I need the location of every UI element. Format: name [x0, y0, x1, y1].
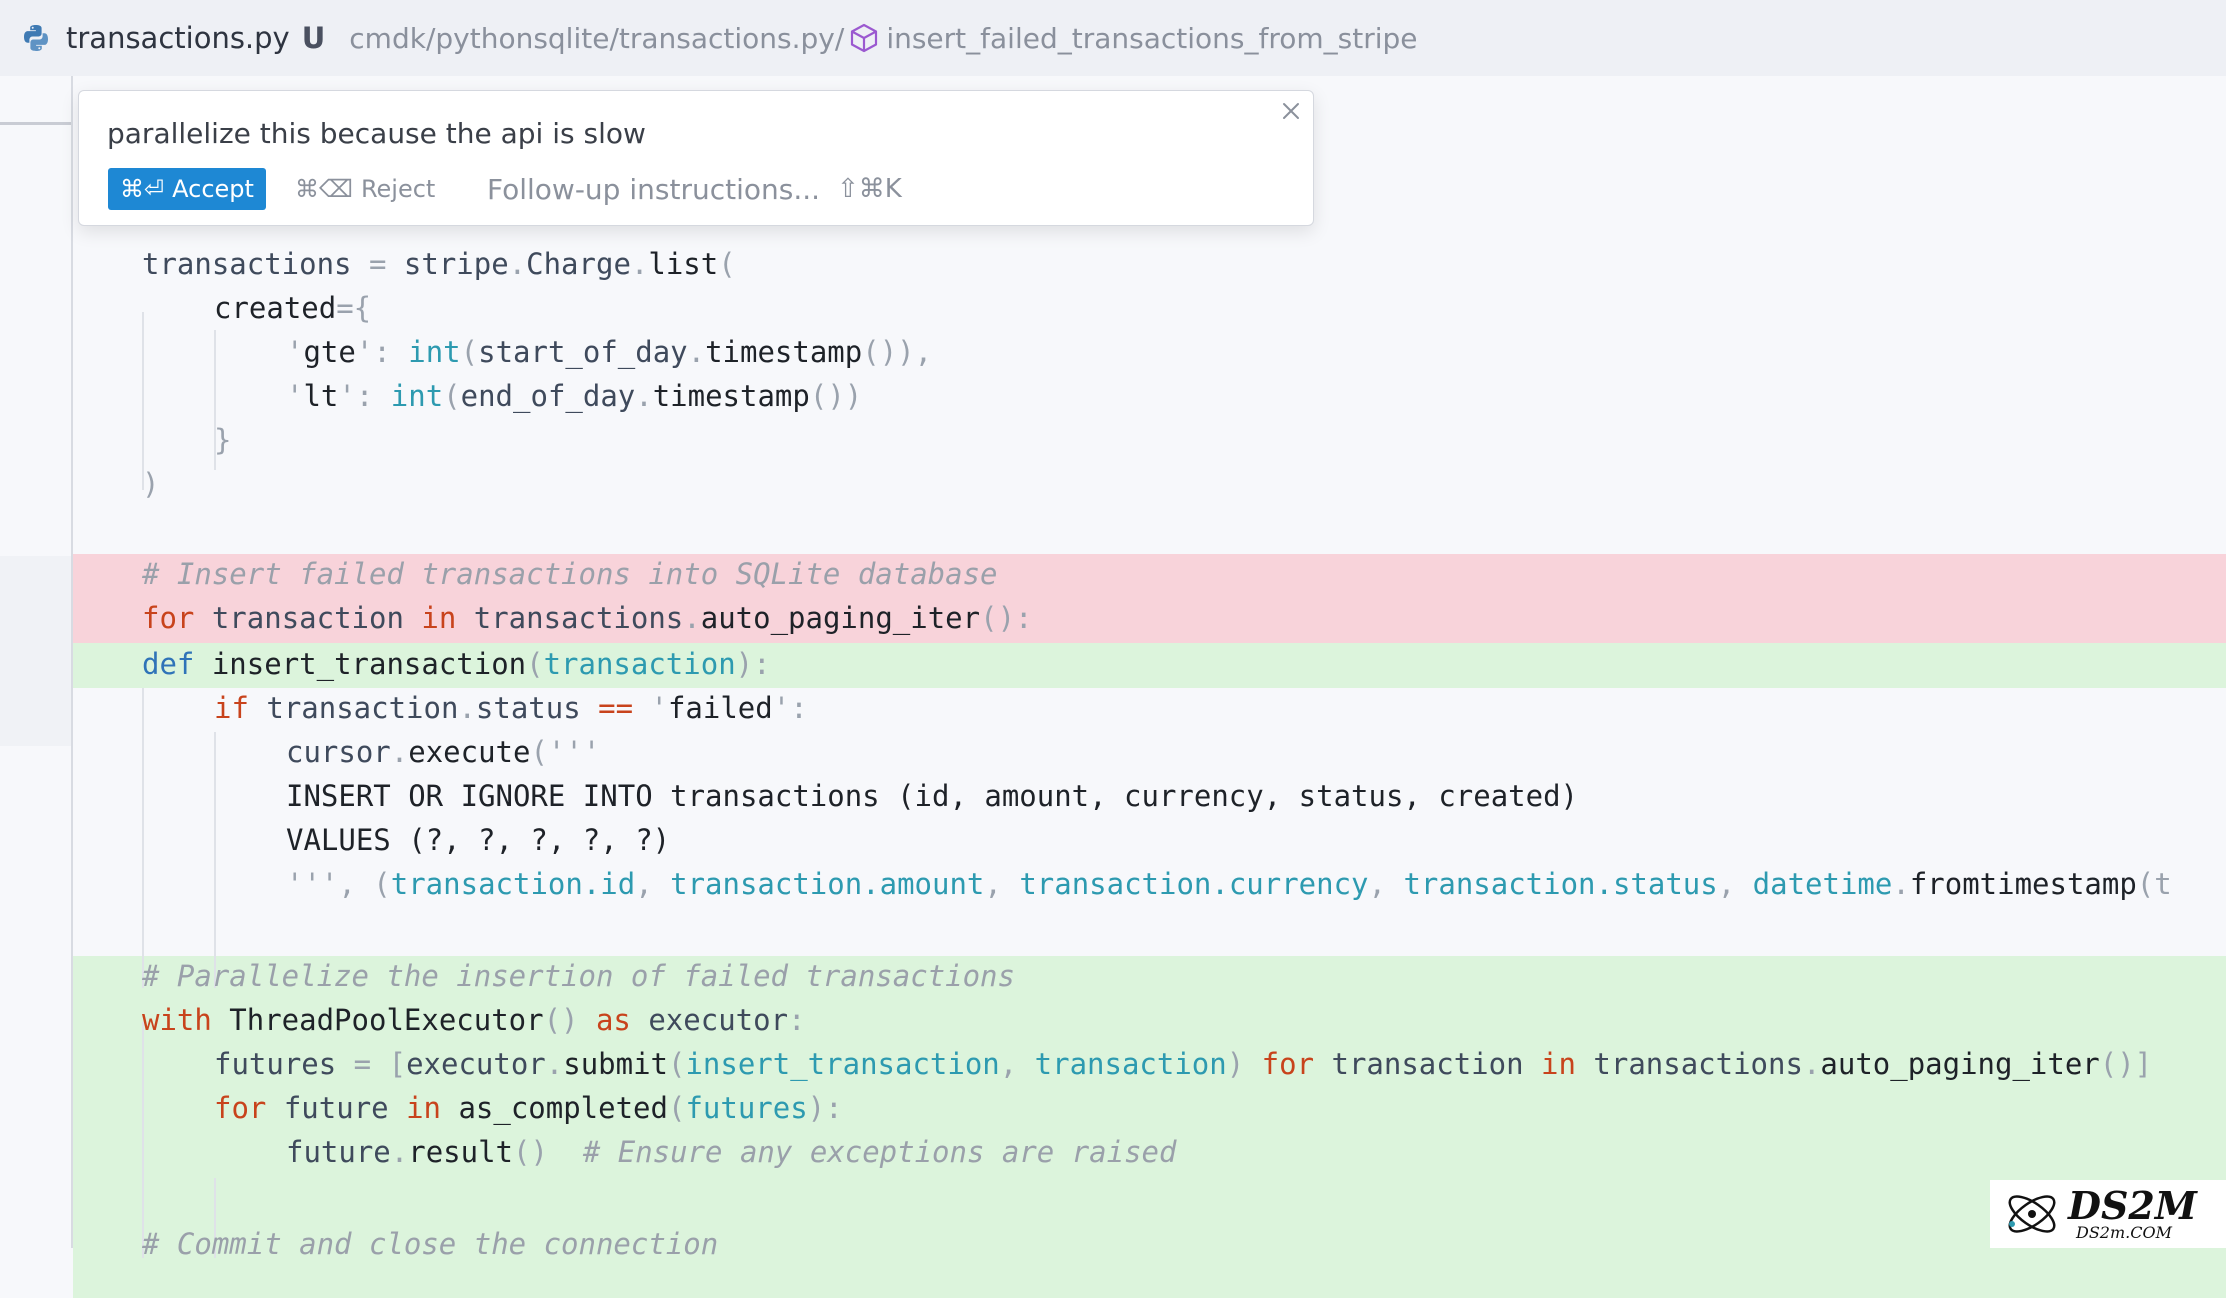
watermark-site: DS2m.COM — [2076, 1223, 2172, 1242]
reject-shortcut: ⌘⌫ — [295, 175, 353, 203]
code-editor[interactable]: transactions = stripe.Charge.list( creat… — [0, 76, 2226, 1298]
code-line-added: # Parallelize the insertion of failed tr… — [142, 959, 1015, 993]
code-line: 'gte': int(start_of_day.timestamp()), — [286, 335, 933, 369]
reject-label: Reject — [360, 175, 436, 203]
code-line-added: futures = [executor.submit(insert_transa… — [214, 1047, 2153, 1081]
code-line: INSERT OR IGNORE INTO transactions (id, … — [286, 779, 1579, 813]
file-name[interactable]: transactions.py — [66, 21, 290, 55]
code-line: VALUES (?, ?, ?, ?, ?) — [286, 823, 671, 857]
code-line-added: with ThreadPoolExecutor() as executor: — [142, 1003, 806, 1037]
cube-icon — [851, 23, 878, 53]
code-line: transactions = stripe.Charge.list( — [142, 247, 736, 281]
watermark: DS2M DS2m.COM — [1990, 1180, 2226, 1248]
accept-button[interactable]: ⌘⏎ Accept — [108, 168, 266, 210]
code-line-added: for future in as_completed(futures): — [214, 1091, 843, 1125]
indent-guide — [214, 732, 216, 988]
atom-logo-icon — [2008, 1195, 2056, 1233]
breadcrumb-symbol[interactable]: insert_failed_transactions_from_stripe — [886, 22, 1417, 55]
code-line-removed: # Insert failed transactions into SQLite… — [142, 557, 998, 591]
gutter-marker — [0, 122, 72, 125]
code-line: ''', (transaction.id, transaction.amount… — [286, 867, 2172, 901]
breadcrumb-bar: transactions.py U cmdk/pythonsqlite/tran… — [0, 0, 2226, 76]
indent-guide — [142, 688, 144, 988]
code-line: 'lt': int(end_of_day.timestamp()) — [286, 379, 863, 413]
followup-input[interactable] — [487, 168, 1107, 210]
watermark-brand: DS2M — [2068, 1183, 2197, 1228]
accept-shortcut: ⌘⏎ — [120, 175, 165, 203]
code-line-added: future.result() # Ensure any exceptions … — [286, 1135, 1177, 1169]
code-line: created={ — [214, 291, 372, 325]
inline-edit-popup: parallelize this because the api is slow… — [78, 90, 1314, 226]
reject-button[interactable]: ⌘⌫ Reject — [295, 168, 435, 210]
prompt-text: parallelize this because the api is slow — [107, 117, 646, 150]
code-line: if transaction.status == 'failed': — [214, 691, 808, 725]
code-line: cursor.execute(''' — [286, 735, 601, 769]
code-line: # Commit and close the connection — [142, 1227, 719, 1261]
modified-marker: U — [301, 21, 326, 55]
python-icon — [24, 25, 48, 51]
gutter-shade — [0, 556, 71, 746]
code-line-added: def insert_transaction(transaction): — [142, 647, 771, 681]
accept-label: Accept — [172, 175, 254, 203]
code-line: } — [214, 423, 232, 457]
followup-shortcut: ⇧⌘K — [837, 174, 902, 204]
close-icon[interactable] — [1279, 99, 1303, 123]
code-line-removed: for transaction in transactions.auto_pag… — [142, 601, 1033, 635]
code-line: ) — [142, 467, 160, 501]
breadcrumb-path[interactable]: cmdk/pythonsqlite/transactions.py/ — [349, 22, 844, 55]
